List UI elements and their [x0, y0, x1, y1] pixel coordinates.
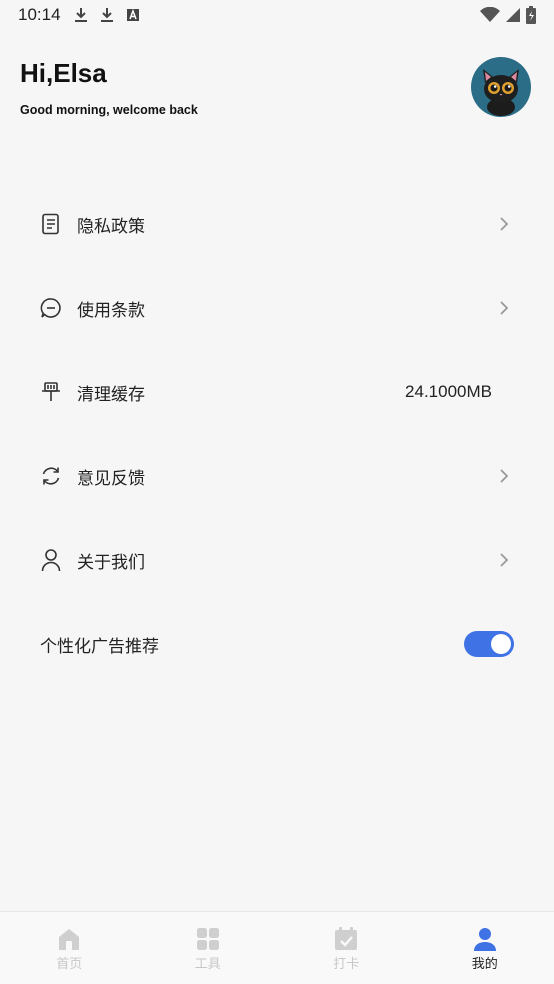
chevron-right-icon — [500, 301, 509, 315]
download-icon — [100, 8, 113, 22]
status-notification-icons — [73, 7, 141, 23]
menu-item-label: 隐私政策 — [77, 216, 145, 237]
calendar-check-icon — [335, 927, 358, 950]
menu-item-label: 清理缓存 — [77, 384, 145, 405]
menu-item-feedback[interactable]: 意见反馈 — [0, 434, 554, 518]
tab-mine[interactable]: 我的 — [416, 912, 554, 984]
toggle-knob — [491, 634, 511, 654]
text-a-icon — [126, 8, 139, 21]
avatar[interactable] — [471, 57, 531, 117]
tab-label: 我的 — [471, 957, 498, 972]
signal-icon — [506, 8, 520, 22]
greeting-subtitle: Good morning, welcome back — [20, 103, 198, 117]
home-icon — [59, 929, 80, 950]
status-system-icons — [480, 6, 536, 24]
chevron-right-icon — [500, 217, 509, 231]
chevron-right-icon — [500, 553, 509, 567]
tab-label: 工具 — [194, 957, 221, 972]
tab-home[interactable]: 首页 — [0, 912, 139, 984]
tab-check-in[interactable]: 打卡 — [277, 912, 416, 984]
battery-icon — [526, 6, 536, 24]
wifi-icon — [480, 7, 500, 22]
cache-size-value: 24.1000MB — [405, 382, 492, 401]
broom-icon — [40, 381, 62, 403]
menu-item-clear-cache[interactable]: 清理缓存 24.1000MB — [0, 350, 554, 434]
menu-item-label: 关于我们 — [77, 552, 145, 573]
menu-item-personalized-ads: 个性化广告推荐 — [0, 602, 554, 686]
download-icon — [74, 8, 87, 22]
menu-item-privacy-policy[interactable]: 隐私政策 — [0, 182, 554, 266]
grid-icon — [196, 928, 219, 950]
personalized-ads-toggle[interactable] — [464, 631, 514, 657]
refresh-icon — [40, 465, 62, 487]
user-icon — [40, 549, 62, 572]
menu-item-terms-of-use[interactable]: 使用条款 — [0, 266, 554, 350]
status-time: 10:14 — [18, 5, 61, 24]
tab-tools[interactable]: 工具 — [139, 912, 278, 984]
bottom-tab-bar: 首页 工具 打卡 我的 — [0, 911, 554, 984]
tab-label: 打卡 — [333, 957, 360, 972]
menu-item-about-us[interactable]: 关于我们 — [0, 518, 554, 602]
chat-bubble-icon — [40, 297, 62, 319]
status-bar: 10:14 — [0, 0, 554, 30]
personalized-ads-label: 个性化广告推荐 — [40, 636, 159, 657]
cat-avatar-icon — [483, 69, 519, 116]
profile-icon — [473, 928, 496, 951]
menu-item-label: 使用条款 — [77, 300, 145, 321]
menu-item-label: 意见反馈 — [77, 468, 145, 489]
chevron-right-icon — [500, 469, 509, 483]
tab-label: 首页 — [56, 957, 83, 972]
document-icon — [40, 213, 62, 235]
settings-menu: 隐私政策 使用条款 清理缓存 24.1000MB 意见反馈 关于我们 个性化广告… — [0, 182, 554, 686]
greeting-title: Hi,Elsa — [20, 58, 107, 88]
